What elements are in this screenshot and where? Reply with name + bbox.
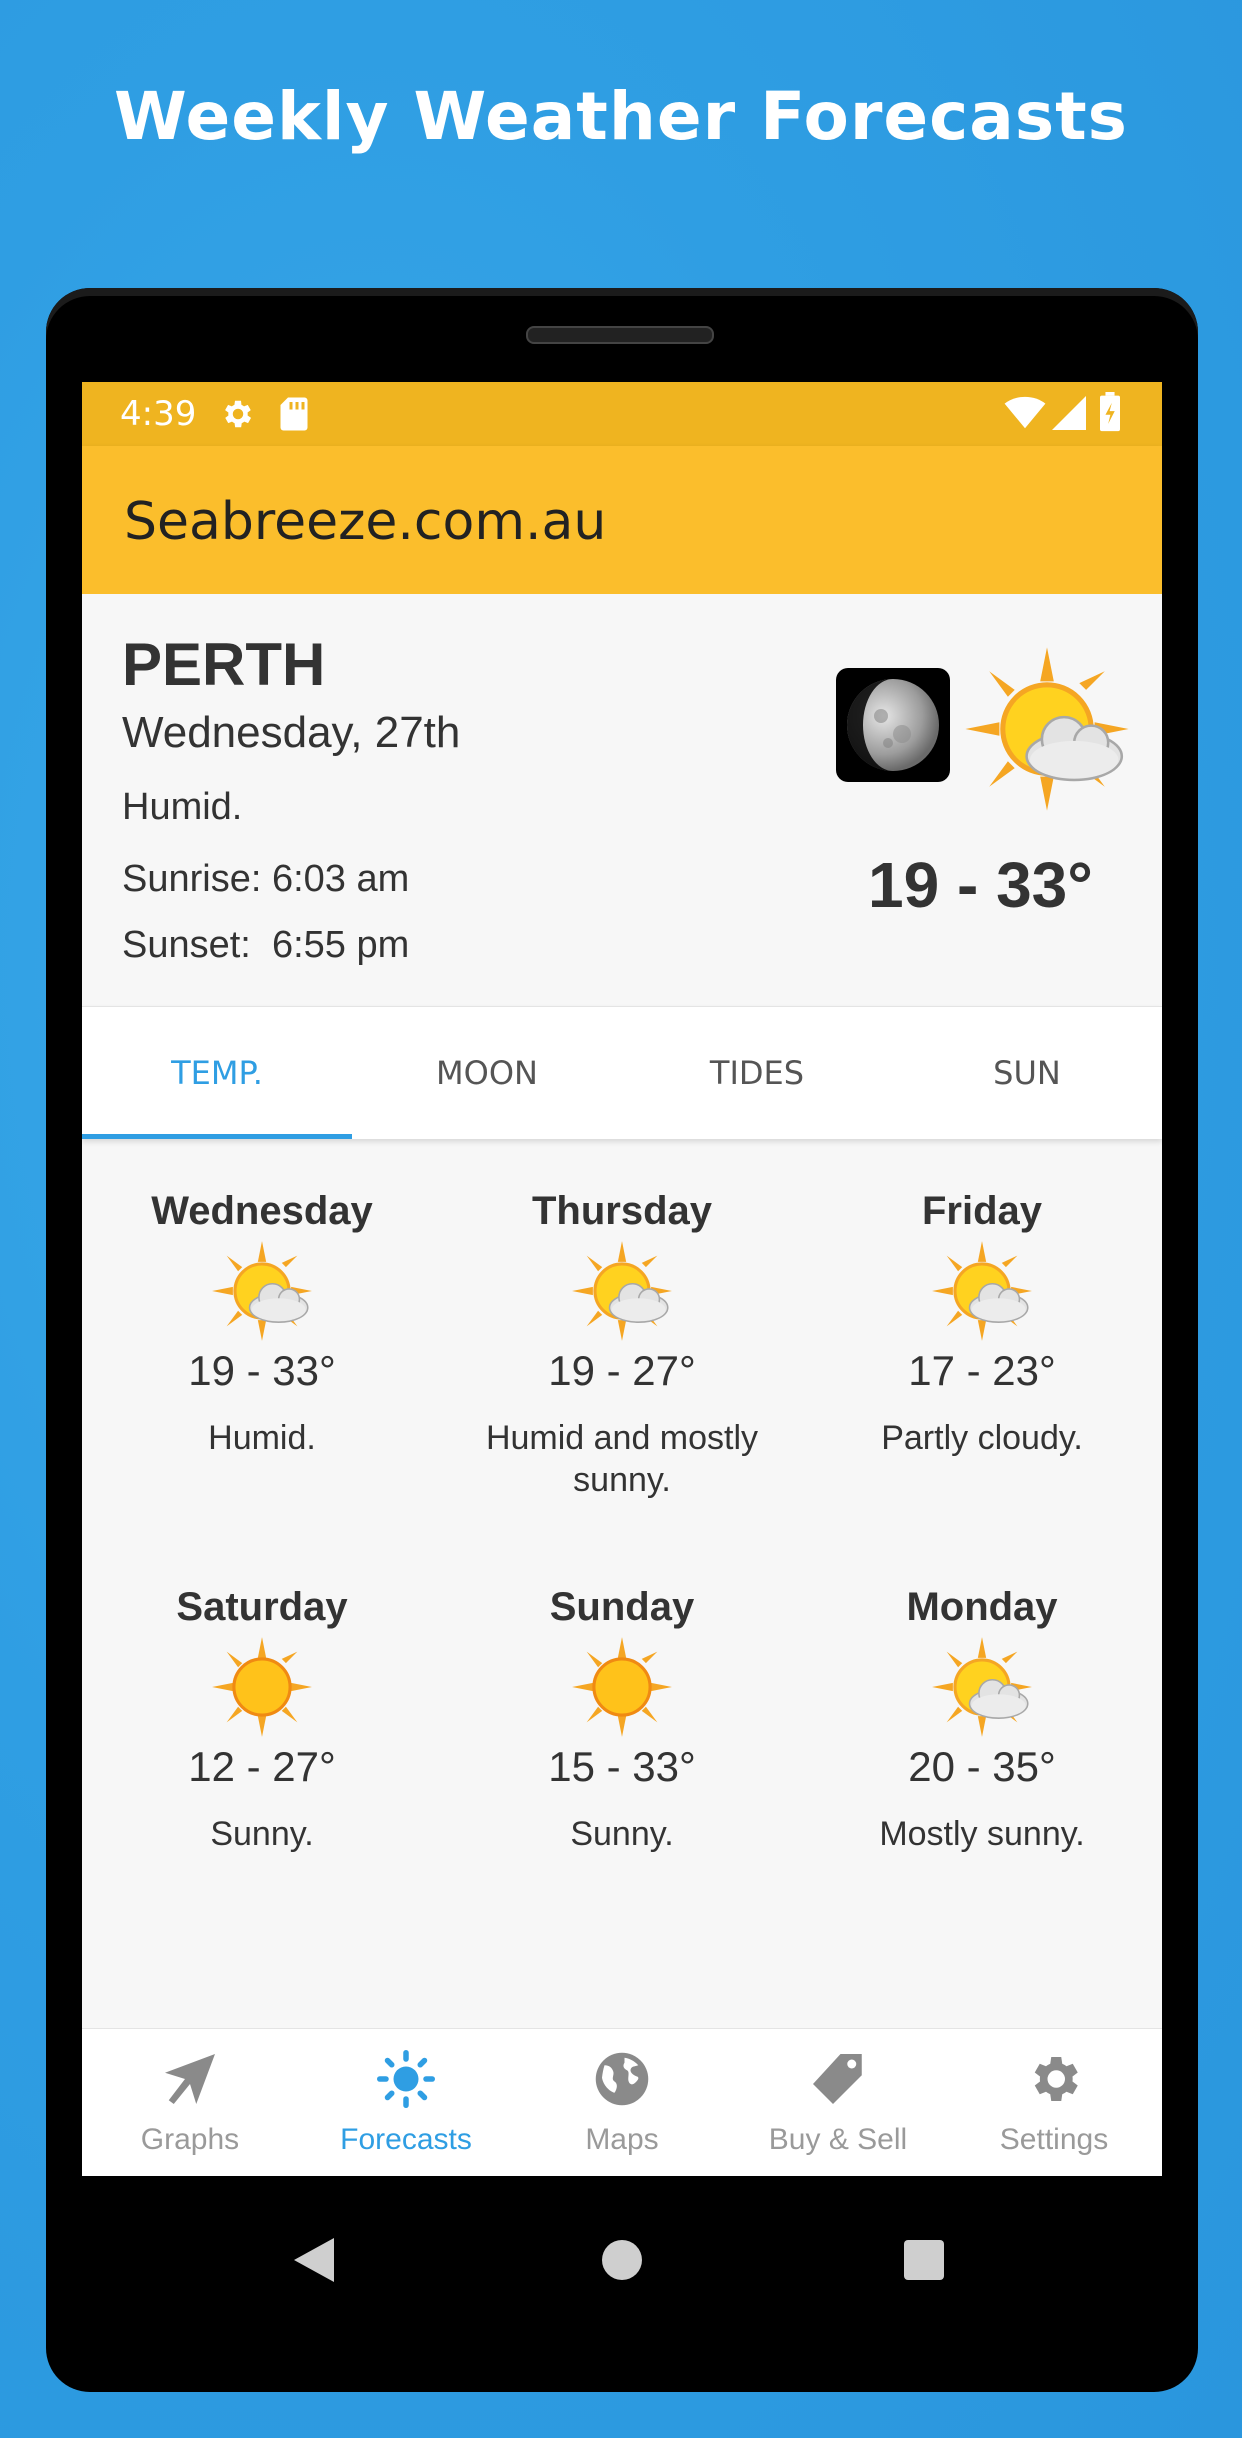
forecast-day[interactable]: Friday 17 - 23° Partly cloudy.: [802, 1189, 1162, 1459]
sun-cloud-icon: [802, 1637, 1162, 1737]
gear-icon: [1024, 2049, 1084, 2109]
day-temp-range: 19 - 33°: [188, 1347, 336, 1394]
day-temp-range: 15 - 33°: [548, 1743, 696, 1790]
tag-icon: [808, 2049, 868, 2109]
day-temp-range: 19 - 27°: [548, 1347, 696, 1394]
system-navigation-bar: [82, 2176, 1162, 2342]
nav-graphs[interactable]: Graphs: [82, 2029, 298, 2176]
day-name: Thursday: [531, 1189, 713, 1233]
recents-icon[interactable]: [904, 2240, 944, 2285]
day-temp-range: 12 - 27°: [188, 1743, 336, 1790]
sd-card-icon: [278, 396, 310, 441]
sun-cloud-icon: [962, 644, 1132, 819]
tab-sun[interactable]: SUN: [892, 1007, 1162, 1139]
day-name: Friday: [921, 1189, 1043, 1233]
day-name: Monday: [906, 1585, 1058, 1629]
nav-label: Buy & Sell: [768, 2123, 908, 2156]
day-temp-range: 20 - 35°: [908, 1743, 1056, 1790]
nav-label: Maps: [585, 2123, 659, 2156]
forecast-day[interactable]: Wednesday 19 - 33° Humid.: [82, 1189, 442, 1459]
bottom-navigation: Graphs Forecasts Maps Buy & Sell Setting…: [82, 2028, 1162, 2176]
day-description: Humid and mostly sunny.: [485, 1419, 759, 1499]
sun-cloud-icon: [82, 1241, 442, 1341]
moon-phase-icon: [836, 668, 950, 782]
globe-icon: [592, 2049, 652, 2109]
forecast-day[interactable]: Monday 20 - 35° Mostly sunny.: [802, 1585, 1162, 1855]
sun-icon: [82, 1637, 442, 1737]
day-name: Wednesday: [151, 1189, 373, 1233]
nav-buy-sell[interactable]: Buy & Sell: [730, 2029, 946, 2176]
nav-label: Forecasts: [340, 2123, 472, 2156]
sunrise-time: Sunrise: 6:03 am: [122, 858, 410, 900]
phone-frame: 4:39 Seabreeze.com.au PERTH Wednesday, 2…: [46, 288, 1198, 2392]
tab-moon[interactable]: MOON: [352, 1007, 622, 1139]
nav-label: Settings: [999, 2123, 1109, 2156]
app-title: Seabreeze.com.au: [124, 492, 607, 552]
status-time: 4:39: [120, 394, 197, 434]
day-name: Saturday: [176, 1585, 348, 1629]
back-icon[interactable]: [294, 2238, 334, 2287]
sun-icon: [442, 1637, 802, 1737]
summary-date: Wednesday, 27th: [122, 708, 461, 757]
summary-temp-range: 19 - 33°: [868, 849, 1093, 921]
graphs-arrow-icon: [160, 2049, 220, 2109]
home-icon[interactable]: [602, 2240, 642, 2285]
forecast-tabs: TEMP. MOON TIDES SUN: [82, 1006, 1162, 1139]
day-description: Sunny.: [210, 1815, 314, 1853]
wifi-icon: [1004, 396, 1046, 439]
nav-forecasts[interactable]: Forecasts: [298, 2029, 514, 2176]
headline: Weekly Weather Forecasts: [114, 78, 1128, 155]
sunset-time: Sunset: 6:55 pm: [122, 924, 410, 966]
status-bar: 4:39: [82, 382, 1162, 446]
summary-condition: Humid.: [122, 786, 243, 828]
phone-speaker: [526, 326, 714, 344]
forecast-day[interactable]: Saturday 12 - 27° Sunny.: [82, 1585, 442, 1855]
day-description: Humid.: [208, 1419, 316, 1457]
forecast-day[interactable]: Thursday 19 - 27° Humid and mostly sunny…: [442, 1189, 802, 1501]
tab-temp[interactable]: TEMP.: [82, 1007, 352, 1139]
nav-settings[interactable]: Settings: [946, 2029, 1162, 2176]
tab-tides[interactable]: TIDES: [622, 1007, 892, 1139]
nav-maps[interactable]: Maps: [514, 2029, 730, 2176]
location-summary: PERTH Wednesday, 27th Humid. Sunrise: 6:…: [82, 594, 1162, 1006]
day-description: Mostly sunny.: [879, 1815, 1085, 1853]
day-temp-range: 17 - 23°: [908, 1347, 1056, 1394]
sun-icon: [376, 2049, 436, 2109]
city-name: PERTH: [122, 631, 326, 698]
day-description: Sunny.: [570, 1815, 674, 1853]
app-screen: 4:39 Seabreeze.com.au PERTH Wednesday, 2…: [82, 382, 1162, 2176]
sun-cloud-icon: [442, 1241, 802, 1341]
day-description: Partly cloudy.: [881, 1419, 1083, 1457]
forecast-grid: Wednesday 19 - 33° Humid. Thursday 19 - …: [82, 1139, 1162, 2019]
nav-label: Graphs: [140, 2123, 240, 2156]
sun-cloud-icon: [802, 1241, 1162, 1341]
battery-icon: [1098, 392, 1122, 441]
day-name: Sunday: [549, 1585, 695, 1629]
app-bar: Seabreeze.com.au: [82, 446, 1162, 594]
signal-icon: [1052, 396, 1086, 439]
forecast-day[interactable]: Sunday 15 - 33° Sunny.: [442, 1585, 802, 1855]
gear-icon: [220, 396, 256, 441]
